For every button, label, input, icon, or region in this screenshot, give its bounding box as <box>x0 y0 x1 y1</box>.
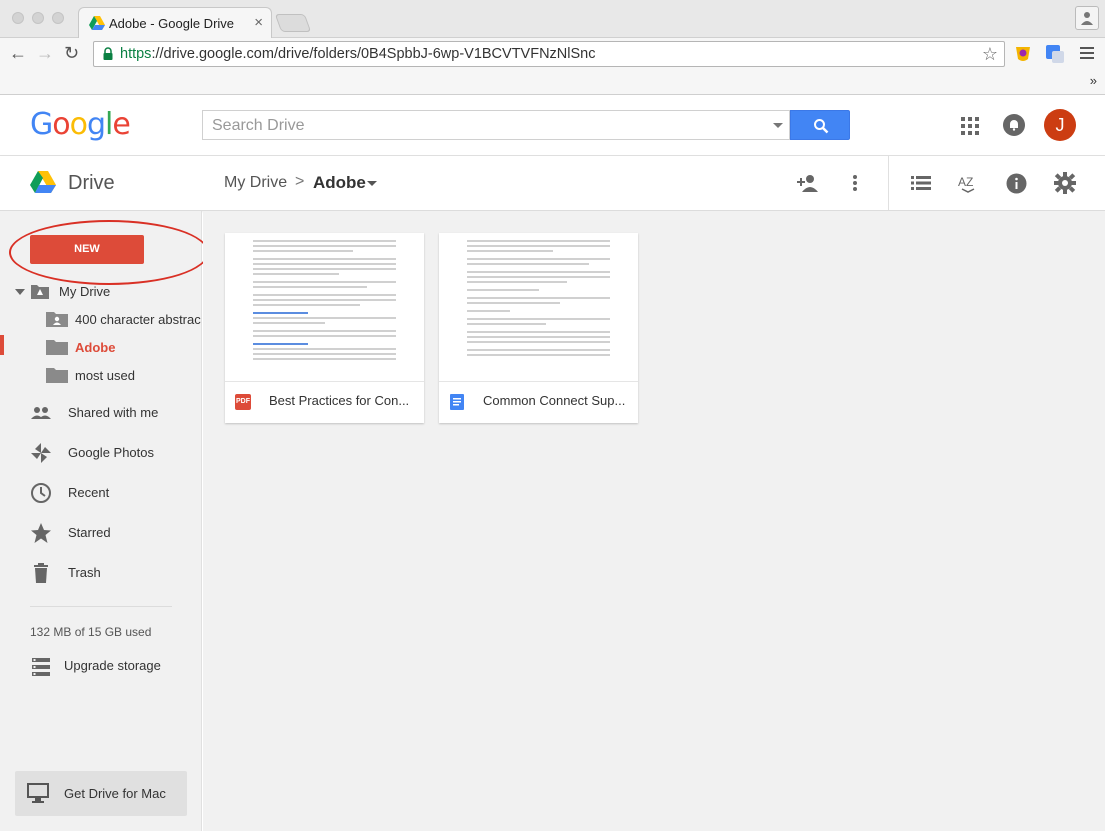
new-tab-button[interactable] <box>274 14 312 32</box>
search-placeholder: Search Drive <box>212 117 305 134</box>
star-icon <box>31 523 51 543</box>
more-actions-icon[interactable] <box>851 174 859 192</box>
tree-item-my-drive[interactable]: My Drive <box>0 279 202 305</box>
tree-item-400-character-abstrac[interactable]: 400 character abstrac <box>0 307 202 333</box>
add-person-icon[interactable] <box>797 173 819 193</box>
search-button[interactable] <box>790 110 850 140</box>
translate-extension-icon[interactable] <box>1045 44 1065 64</box>
google-logo[interactable]: Google <box>30 107 131 142</box>
drive-header: Drive My Drive > Adobe AZ <box>0 156 1105 211</box>
nav-label: Google Photos <box>68 445 155 460</box>
collapse-arrow-icon[interactable] <box>15 289 25 295</box>
nav-starred[interactable]: Starred <box>0 518 202 548</box>
window-zoom-button[interactable] <box>52 12 64 24</box>
nav-label: Shared with me <box>68 405 159 420</box>
get-drive-label: Get Drive for Mac <box>64 786 166 801</box>
file-name: Common Connect Sup... <box>483 393 626 408</box>
person-icon <box>1081 12 1093 25</box>
tab-close-icon[interactable]: × <box>254 14 263 31</box>
settings-gear-icon[interactable] <box>1054 172 1076 194</box>
pdf-file-icon: PDF <box>235 394 251 410</box>
nav-label: Trash <box>68 565 101 580</box>
breadcrumb-current-folder[interactable]: Adobe <box>313 173 366 193</box>
tree-item-most-used[interactable]: most used <box>0 363 202 389</box>
extension-cup-icon[interactable] <box>1013 44 1033 64</box>
tree-label: My Drive <box>59 284 111 299</box>
clock-icon <box>31 483 51 503</box>
trash-icon <box>34 563 48 583</box>
left-sidebar: NEW My Drive 400 character abstrac Adobe… <box>0 211 209 831</box>
nav-google-photos[interactable]: Google Photos <box>0 438 202 468</box>
breadcrumb-separator: > <box>295 173 305 190</box>
address-bar[interactable]: https://drive.google.com/drive/folders/0… <box>93 41 1005 67</box>
tree-item-adobe[interactable]: Adobe <box>0 335 202 361</box>
tree-label: Adobe <box>75 340 116 355</box>
shared-folder-icon <box>46 312 68 327</box>
folder-icon <box>46 368 68 383</box>
search-input[interactable]: Search Drive <box>202 110 790 140</box>
search-icon <box>814 119 829 134</box>
header-divider <box>888 156 889 210</box>
drive-logo-icon[interactable] <box>30 171 56 193</box>
file-card[interactable]: Common Connect Sup... <box>439 233 638 423</box>
monitor-icon <box>27 783 49 803</box>
nav-label: Recent <box>68 485 110 500</box>
drive-favicon-icon <box>89 16 105 30</box>
nav-recent[interactable]: Recent <box>0 478 202 508</box>
back-arrow-icon[interactable]: ← <box>9 43 27 64</box>
profile-button[interactable] <box>1075 6 1099 30</box>
sort-az-icon[interactable]: AZ <box>958 173 978 193</box>
browser-toolbar: ← → ↻ https://drive.google.com/drive/fol… <box>0 38 1105 70</box>
file-card[interactable]: PDF Best Practices for Con... <box>225 233 424 423</box>
folder-menu-caret-icon[interactable] <box>367 181 377 186</box>
drive-title[interactable]: Drive <box>68 172 115 195</box>
upgrade-storage-link[interactable]: Upgrade storage <box>0 651 202 681</box>
google-header: Google Search Drive J <box>0 95 1105 156</box>
file-name: Best Practices for Con... <box>269 393 410 408</box>
window-minimize-button[interactable] <box>32 12 44 24</box>
reload-icon[interactable]: ↻ <box>64 43 79 64</box>
doc-file-icon <box>450 394 464 410</box>
pinwheel-icon <box>31 443 51 463</box>
svg-text:AZ: AZ <box>958 175 973 189</box>
search-options-dropdown-icon[interactable] <box>773 123 783 128</box>
folder-icon <box>46 340 68 355</box>
storage-quota-text: 132 MB of 15 GB used <box>30 625 152 639</box>
browser-menu-icon[interactable] <box>1080 47 1094 59</box>
bookmarks-overflow-icon[interactable]: » <box>1090 73 1097 88</box>
url-path: ://drive.google.com/drive/folders/0B4Spb… <box>151 46 596 62</box>
tree-label: most used <box>75 368 135 383</box>
tree-label: 400 character abstrac <box>75 312 201 327</box>
url-scheme: https <box>120 46 152 62</box>
browser-tab[interactable]: Adobe - Google Drive × <box>78 7 272 39</box>
url-text: https://drive.google.com/drive/folders/0… <box>120 46 596 62</box>
nav-label: Upgrade storage <box>64 658 161 673</box>
account-avatar[interactable]: J <box>1044 109 1076 141</box>
sidebar-divider <box>30 606 172 607</box>
file-thumbnail <box>225 233 424 382</box>
nav-label: Starred <box>68 525 111 540</box>
storage-icon <box>32 658 50 676</box>
bookmarks-bar: » <box>0 70 1105 95</box>
get-drive-for-mac-button[interactable]: Get Drive for Mac <box>15 771 187 816</box>
forward-arrow-icon[interactable]: → <box>36 43 54 64</box>
file-grid: PDF Best Practices for Con... Common Con… <box>203 211 1105 831</box>
list-view-icon[interactable] <box>911 176 931 190</box>
lock-icon <box>103 47 113 60</box>
apps-grid-icon[interactable] <box>961 117 979 135</box>
browser-titlebar: Adobe - Google Drive × <box>0 0 1105 39</box>
window-close-button[interactable] <box>12 12 24 24</box>
my-drive-icon <box>31 285 49 299</box>
breadcrumb-my-drive[interactable]: My Drive <box>224 174 287 192</box>
highlight-annotation-ellipse <box>9 220 209 285</box>
tab-title: Adobe - Google Drive <box>109 16 235 31</box>
nav-shared-with-me[interactable]: Shared with me <box>0 398 202 428</box>
people-icon <box>31 407 51 419</box>
nav-trash[interactable]: Trash <box>0 558 202 588</box>
bookmark-star-icon[interactable]: ☆ <box>982 44 998 65</box>
notifications-bell-icon[interactable] <box>1003 114 1025 136</box>
info-icon[interactable] <box>1006 173 1027 194</box>
file-thumbnail <box>439 233 638 382</box>
